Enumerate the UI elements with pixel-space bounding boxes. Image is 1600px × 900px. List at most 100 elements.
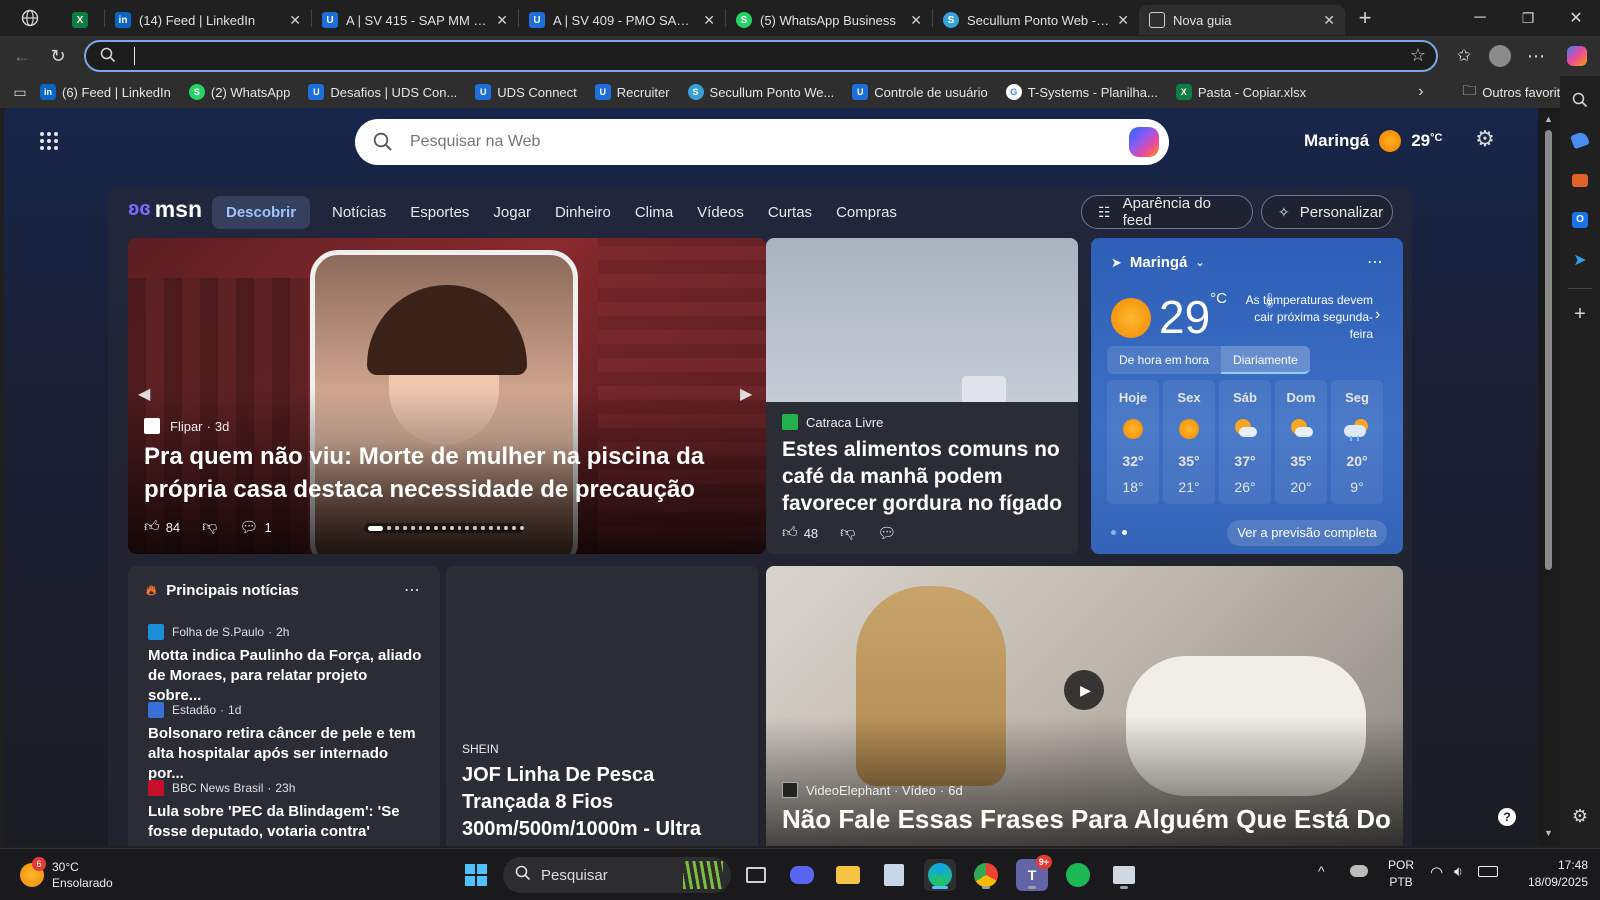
workspaces-icon[interactable] — [0, 9, 60, 27]
sponsored-card[interactable]: SHEIN JOF Linha De Pesca Trançada 8 Fios… — [446, 566, 758, 846]
more-options-icon[interactable]: ⋯ — [1367, 252, 1383, 272]
input-language[interactable]: POR PTB — [1388, 857, 1414, 891]
favorite-linkedin[interactable]: in (6) Feed | LinkedIn — [40, 84, 171, 100]
chevron-right-icon[interactable]: › — [1418, 83, 1448, 101]
new-tab-button[interactable]: + — [1345, 5, 1385, 31]
nav-jogar[interactable]: Jogar — [493, 204, 531, 221]
close-icon[interactable]: ✕ — [1323, 12, 1335, 29]
list-item[interactable]: Folha de S.Paulo · 2h Motta indica Paulinh… — [148, 624, 424, 706]
nav-descobrir[interactable]: Descobrir — [212, 195, 311, 229]
chevron-up-icon[interactable]: ^ — [1318, 863, 1325, 879]
toolbox-icon[interactable] — [1568, 168, 1592, 192]
tab-actions-icon[interactable]: ▭ — [0, 84, 40, 101]
article-card-fatty-liver[interactable]: Catraca Livre Estes alimentos comuns no … — [766, 238, 1078, 554]
forecast-day-hoje[interactable]: Hoje 32° 18° — [1107, 380, 1159, 504]
personalize-button[interactable]: ✧ Personalizar — [1261, 195, 1393, 229]
full-forecast-link[interactable]: Ver a previsão completa — [1227, 520, 1387, 546]
close-icon[interactable]: ✕ — [910, 12, 922, 29]
tab-hourly[interactable]: De hora em hora — [1107, 346, 1222, 374]
carousel-dots[interactable] — [364, 523, 524, 533]
profile-avatar[interactable] — [1486, 42, 1514, 70]
battery-icon[interactable] — [1478, 866, 1498, 877]
favorite-desafios[interactable]: U Desafios | UDS Con... — [308, 84, 457, 100]
other-favorites[interactable]: 🗀 Outros favoritos — [1462, 80, 1574, 104]
edge-browser-icon[interactable] — [924, 859, 956, 891]
nav-videos[interactable]: Vídeos — [697, 204, 744, 221]
article-title[interactable]: Estes alimentos comuns no café da manhã … — [782, 436, 1070, 517]
msn-logo[interactable]: ʚɞ msn — [128, 196, 202, 223]
address-bar[interactable]: ☆ — [84, 40, 1438, 72]
hero-title[interactable]: Pra quem não viu: Morte de mulher na pis… — [144, 440, 744, 506]
carousel-next-icon[interactable]: ▶ — [740, 384, 752, 404]
gear-icon[interactable]: ⚙ — [1472, 126, 1498, 152]
like-icon[interactable]: 👍︎ — [144, 518, 160, 536]
minimize-button[interactable]: ─ — [1456, 9, 1504, 27]
nav-clima[interactable]: Clima — [635, 204, 673, 221]
back-button[interactable]: ← — [8, 42, 36, 70]
close-window-button[interactable]: ✕ — [1552, 8, 1600, 28]
web-search-box[interactable] — [355, 119, 1169, 165]
nav-dinheiro[interactable]: Dinheiro — [555, 204, 611, 221]
shopping-tag-icon[interactable] — [1568, 128, 1592, 152]
chrome-icon[interactable] — [970, 859, 1002, 891]
taskbar-weather[interactable]: 6 30°C Ensolarado — [20, 857, 113, 893]
forecast-day-seg[interactable]: Seg 20° 9° — [1331, 380, 1383, 504]
header-weather[interactable]: Maringá 29 °C — [1304, 128, 1442, 154]
nav-esportes[interactable]: Esportes — [410, 204, 469, 221]
nav-compras[interactable]: Compras — [836, 204, 897, 221]
dislike-icon[interactable]: 👎︎ — [840, 524, 855, 542]
like-icon[interactable]: 👍︎ — [782, 524, 798, 542]
send-icon[interactable]: ➤ — [1568, 248, 1592, 272]
more-options-icon[interactable]: ⋯ — [1522, 42, 1550, 70]
chevron-down-icon[interactable]: ⌄ — [1195, 256, 1204, 269]
add-icon[interactable]: + — [1568, 302, 1592, 326]
nav-noticias[interactable]: Notícias — [332, 204, 386, 221]
tab-whatsapp[interactable]: S (5) WhatsApp Business ✕ — [726, 5, 932, 35]
tab-pmo-sap[interactable]: U A | SV 409 - PMO SAP | Re ✕ — [519, 5, 725, 35]
hero-article-card[interactable]: ◀ ▶ Flipar · 3d Pra quem não viu: Morte de… — [128, 238, 766, 554]
weather-card[interactable]: ➤ Maringá ⌄ ⋯ 29°C 🌡︎ As temperaturas de… — [1091, 238, 1403, 554]
forecast-day-dom[interactable]: Dom 35° 20° — [1275, 380, 1327, 504]
weather-alert[interactable]: As temperaturas devem cair próxima segun… — [1241, 292, 1373, 343]
list-item[interactable]: Estadão · 1d Bolsonaro retira câncer de pe… — [148, 702, 424, 784]
remote-desktop-icon[interactable] — [1108, 859, 1140, 891]
outlook-icon[interactable]: O — [1568, 208, 1592, 232]
favorite-recruiter[interactable]: U Recruiter — [594, 84, 670, 100]
tab-new-tab[interactable]: Nova guia ✕ — [1139, 5, 1345, 35]
video-card[interactable]: ▶ VideoElephant · Vídeo · 6d Não Fale Essa… — [766, 566, 1403, 846]
tab-linkedin[interactable]: in (14) Feed | LinkedIn ✕ — [105, 5, 311, 35]
scrollbar-thumb[interactable] — [1545, 130, 1552, 570]
close-icon[interactable]: ✕ — [703, 12, 715, 29]
favorite-uds-connect[interactable]: U UDS Connect — [475, 84, 577, 100]
discord-icon[interactable] — [786, 859, 818, 891]
page-scrollbar[interactable]: ▲ ▼ — [1538, 108, 1560, 846]
start-button[interactable] — [460, 859, 492, 891]
search-icon[interactable] — [1568, 88, 1592, 112]
task-view-icon[interactable] — [740, 859, 772, 891]
wifi-icon[interactable]: ◠ — [1430, 863, 1443, 881]
feed-appearance-button[interactable]: ☷ Aparência do feed — [1081, 195, 1253, 229]
notes-app-icon[interactable] — [878, 859, 910, 891]
comment-icon[interactable]: 💬︎ — [239, 518, 258, 536]
taskbar-search[interactable]: Pesquisar — [503, 857, 731, 893]
volume-icon[interactable]: 🔉︎ — [1454, 863, 1463, 880]
copilot-icon[interactable] — [1562, 42, 1592, 70]
favorite-secullum[interactable]: S Secullum Ponto We... — [687, 84, 834, 100]
favorite-t-systems[interactable]: G T-Systems - Planilha... — [1005, 84, 1158, 100]
tab-secullum[interactable]: S Secullum Ponto Web - Cen ✕ — [933, 5, 1139, 35]
favorite-pasta-copiar[interactable]: X Pasta - Copiar.xlsx — [1175, 84, 1306, 100]
web-search-input[interactable] — [410, 129, 1090, 155]
refresh-button[interactable]: ↻ — [44, 42, 72, 70]
chevron-right-icon[interactable]: › — [1375, 306, 1380, 324]
tab-daily[interactable]: Diariamente — [1221, 346, 1310, 374]
nav-curtas[interactable]: Curtas — [768, 204, 812, 221]
restore-button[interactable]: ❐ — [1504, 10, 1552, 27]
clock[interactable]: 17:48 18/09/2025 — [1512, 857, 1588, 891]
forecast-day-sex[interactable]: Sex 35° 21° — [1163, 380, 1215, 504]
dislike-icon[interactable]: 👎︎ — [202, 518, 217, 536]
sidebar-settings-icon[interactable]: ⚙ — [1568, 804, 1592, 828]
favorite-controle-usuario[interactable]: U Controle de usuário — [852, 84, 988, 100]
help-icon[interactable]: ? — [1498, 808, 1516, 826]
favorite-star-icon[interactable]: ☆ — [1410, 45, 1426, 66]
onedrive-icon[interactable] — [1350, 865, 1368, 877]
